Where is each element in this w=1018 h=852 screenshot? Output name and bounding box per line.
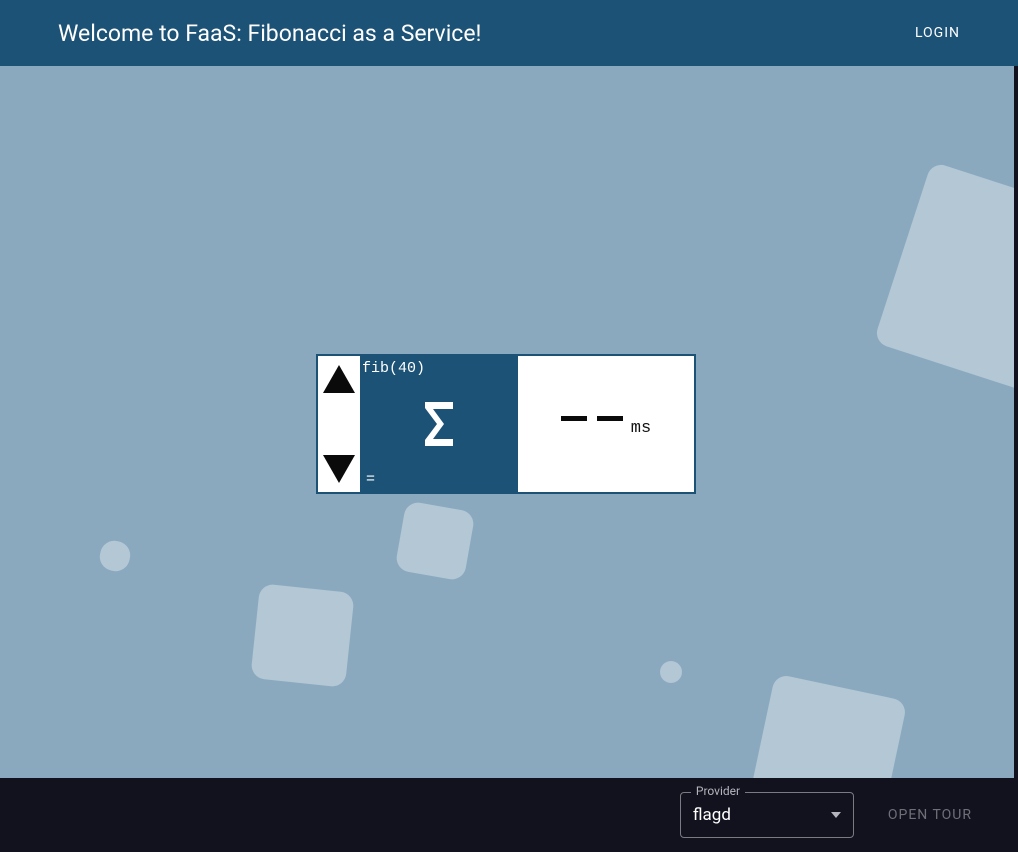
decorative-square — [660, 661, 682, 683]
provider-select[interactable]: Provider flagd — [680, 792, 854, 838]
sigma-icon — [422, 400, 456, 448]
provider-selected-value: flagd — [693, 805, 831, 825]
caret-down-icon — [831, 812, 841, 818]
app-header: Welcome to FaaS: Fibonacci as a Service!… — [0, 0, 1018, 66]
ms-unit-label: ms — [631, 419, 651, 438]
provider-legend: Provider — [691, 784, 745, 798]
side-strip — [1014, 66, 1018, 778]
decorative-square — [97, 538, 133, 574]
decorative-square — [873, 161, 1018, 400]
fib-expression-label: fib(40) — [360, 356, 427, 377]
calculator-operation-panel: fib(40) = — [360, 356, 518, 492]
result-value — [561, 416, 623, 421]
footer-bar: Provider flagd OPEN TOUR — [0, 778, 1018, 852]
login-button[interactable]: LOGIN — [915, 25, 960, 41]
decorative-square — [747, 673, 907, 778]
result-display: ms — [518, 356, 694, 492]
triangle-down-icon — [323, 455, 355, 483]
increment-button[interactable] — [324, 364, 354, 394]
triangle-up-icon — [323, 365, 355, 393]
open-tour-button[interactable]: OPEN TOUR — [870, 793, 990, 837]
page-title: Welcome to FaaS: Fibonacci as a Service! — [58, 20, 481, 47]
decorative-square — [250, 583, 354, 687]
main-content: fib(40) = ms — [0, 66, 1018, 778]
equals-label: = — [360, 471, 375, 492]
fibonacci-calculator: fib(40) = ms — [316, 354, 696, 494]
decrement-button[interactable] — [324, 454, 354, 484]
value-stepper — [318, 356, 360, 492]
decorative-square — [394, 500, 475, 581]
calculate-button[interactable] — [360, 377, 518, 471]
